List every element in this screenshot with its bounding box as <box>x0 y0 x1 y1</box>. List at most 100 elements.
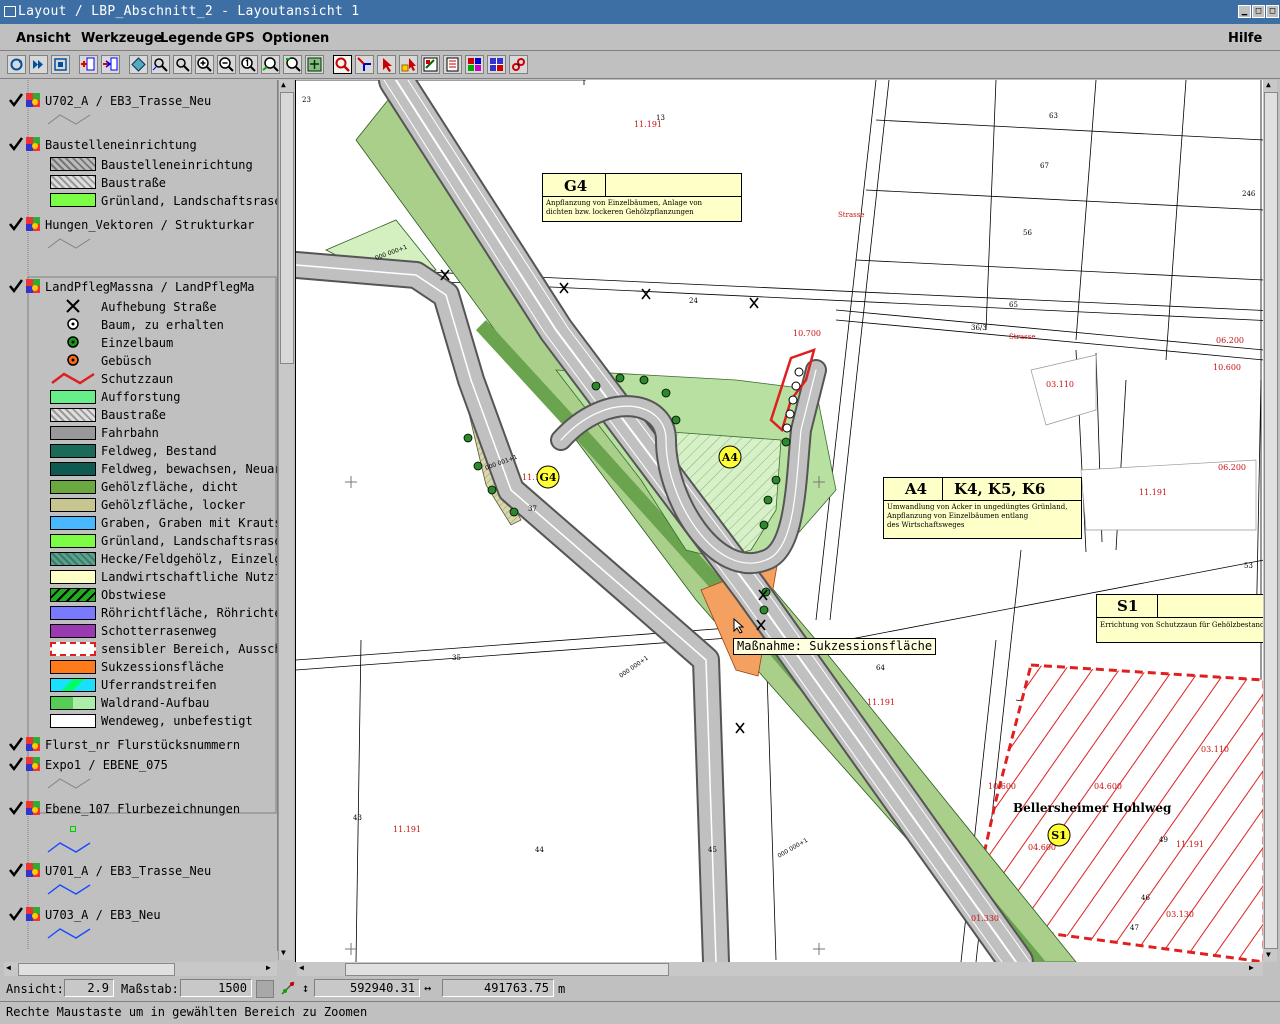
parcel-number: 56 <box>1023 229 1032 237</box>
gps-icon[interactable] <box>280 980 296 996</box>
x-arrow-icon: ↔ <box>424 981 432 995</box>
zoom-layer-icon[interactable] <box>151 55 170 74</box>
zoom-out-icon[interactable] <box>217 55 236 74</box>
ansicht-field[interactable]: 2.9 <box>64 979 114 997</box>
legend-item-label: Grünland, Landschaftsrase <box>101 194 278 208</box>
parcel-number: 64 <box>876 664 885 672</box>
layer-title[interactable]: U702_A / EB3_Trasse_Neu <box>45 92 211 110</box>
layer-title[interactable]: Expo1 / EBENE_075 <box>45 756 168 774</box>
scroll-left-arrow-icon[interactable]: ◀ <box>6 963 11 972</box>
scroll-right-arrow-icon[interactable]: ▶ <box>266 963 271 972</box>
menu-hilfe[interactable]: Hilfe <box>1228 31 1262 46</box>
scroll-up-arrow-icon[interactable]: ▲ <box>1266 80 1271 89</box>
menu-werkzeuge[interactable]: Werkzeuge <box>81 31 163 46</box>
legend-item-label: Grünland, Landschaftsrase <box>101 534 278 548</box>
map-vscroll-thumb[interactable] <box>1264 92 1278 949</box>
layer-title[interactable]: Hungen_Vektoren / Strukturkar <box>45 216 255 234</box>
legend-hscroll-thumb[interactable] <box>18 963 175 976</box>
system-menu-icon[interactable] <box>4 6 16 17</box>
legend-item-label: Fahrbahn <box>101 426 159 440</box>
map-horizontal-scrollbar[interactable]: ◀ ▶ <box>297 962 1263 976</box>
redraw-all-icon[interactable] <box>29 55 48 74</box>
select-pointer-icon[interactable] <box>377 55 396 74</box>
menu-ansicht[interactable]: Ansicht <box>16 31 71 46</box>
layer-title[interactable]: Ebene_107 Flurbezeichnungen <box>45 800 240 818</box>
layer-title[interactable]: U703_A / EB3_Neu <box>45 906 161 924</box>
refresh-icon[interactable] <box>7 55 26 74</box>
zoom-1-icon[interactable] <box>239 55 258 74</box>
layer-title[interactable]: U701_A / EB3_Trasse_Neu <box>45 862 211 880</box>
checkbox-check-icon[interactable] <box>8 278 24 294</box>
legend-item-label: Aufforstung <box>101 390 181 404</box>
layer-title[interactable]: LandPflegMassna / LandPflegMa <box>45 278 255 296</box>
x-marker-icon <box>66 299 80 313</box>
street-name-label: Bellersheimer Hohlweg <box>1013 801 1172 815</box>
checkbox-check-icon[interactable] <box>8 800 24 816</box>
measure-box-a4[interactable]: A4 K4, K5, K6 Umwandlung von Acker in un… <box>883 477 1082 539</box>
legend-scroll-thumb[interactable] <box>280 92 294 364</box>
checkbox-check-icon[interactable] <box>8 136 24 152</box>
attributes-icon[interactable] <box>443 55 462 74</box>
map-vertical-scrollbar[interactable]: ▲ ▼ <box>1263 80 1278 962</box>
select-layer-icon[interactable] <box>129 55 148 74</box>
map-canvas[interactable]: 23 13 63 67 246 56 24 65 36/3 64 43 44 4… <box>295 80 1264 962</box>
grid-icon[interactable] <box>487 55 506 74</box>
edit-feature-icon[interactable] <box>421 55 440 74</box>
scale-lock-icon[interactable] <box>256 980 274 998</box>
scroll-up-arrow-icon[interactable]: ▲ <box>281 80 291 90</box>
chainage-label: 000 000+1 <box>618 654 650 679</box>
add-layer-icon[interactable] <box>79 55 98 74</box>
scroll-right-arrow-icon[interactable]: ▶ <box>1249 963 1254 972</box>
close-button[interactable]: □ <box>1266 5 1279 18</box>
select-feature-icon[interactable] <box>399 55 418 74</box>
massstab-field[interactable]: 1500 <box>180 979 252 997</box>
full-extent-icon[interactable] <box>51 55 70 74</box>
fill-swatch <box>50 193 96 207</box>
scroll-left-arrow-icon[interactable]: ◀ <box>299 963 304 972</box>
usage-code: 11.191 <box>634 120 662 129</box>
fill-swatch <box>50 480 96 494</box>
layout-icon[interactable] <box>465 55 484 74</box>
zoom-previous-icon[interactable] <box>261 55 280 74</box>
parcel-number: 67 <box>1040 162 1049 170</box>
menu-gps[interactable]: GPS <box>225 31 255 46</box>
menu-optionen[interactable]: Optionen <box>262 31 329 46</box>
link-icon[interactable] <box>509 55 528 74</box>
parcel-number: 35 <box>452 654 461 662</box>
zoom-box-icon[interactable] <box>305 55 324 74</box>
checkbox-check-icon[interactable] <box>8 756 24 772</box>
legend-item-label: Baustraße <box>101 176 167 190</box>
measure-box-s1[interactable]: S1 Errichtung von Schutzzaun für Gehölzb… <box>1096 594 1264 643</box>
legend-item-label: Baum, zu erhalten <box>101 318 224 332</box>
layer-type-icon <box>26 137 40 151</box>
checkbox-check-icon[interactable] <box>8 92 24 108</box>
maximize-button[interactable]: □ <box>1252 5 1265 18</box>
usage-code: 03.130 <box>1166 910 1194 919</box>
measure-box-g4[interactable]: G4 Anpflanzung von Einzelbäumen, Anlage … <box>542 173 742 222</box>
layer-type-icon <box>26 93 40 107</box>
minimize-button[interactable]: ▁ <box>1238 5 1251 18</box>
layer-title[interactable]: Baustelleneinrichtung <box>45 136 197 154</box>
menu-legende[interactable]: Legende <box>160 31 223 46</box>
pan-zoom-icon[interactable] <box>333 55 352 74</box>
map-hscroll-thumb[interactable] <box>345 963 669 976</box>
layer-title[interactable]: Flurst_nr Flurstücksnummern <box>45 736 240 754</box>
pan-icon[interactable] <box>355 55 374 74</box>
zoom-selection-icon[interactable] <box>173 55 192 74</box>
zoom-in-icon[interactable] <box>195 55 214 74</box>
fill-swatch <box>50 175 96 189</box>
line-swatch <box>47 842 91 853</box>
legend-horizontal-scrollbar[interactable]: ◀ ▶ <box>4 962 277 976</box>
legend-scrollbar[interactable]: ▲ ▼ <box>278 80 294 960</box>
checkbox-check-icon[interactable] <box>8 736 24 752</box>
scroll-down-arrow-icon[interactable]: ▼ <box>1266 950 1271 959</box>
scroll-down-arrow-icon[interactable]: ▼ <box>281 948 286 957</box>
checkbox-check-icon[interactable] <box>8 906 24 922</box>
checkbox-check-icon[interactable] <box>8 216 24 232</box>
zoom-next-icon[interactable] <box>283 55 302 74</box>
layer-type-icon <box>26 217 40 231</box>
remove-layer-icon[interactable] <box>101 55 120 74</box>
fill-swatch <box>50 462 96 476</box>
checkbox-check-icon[interactable] <box>8 862 24 878</box>
hint-bar: Rechte Maustaste um in gewählten Bereich… <box>0 1001 1280 1022</box>
